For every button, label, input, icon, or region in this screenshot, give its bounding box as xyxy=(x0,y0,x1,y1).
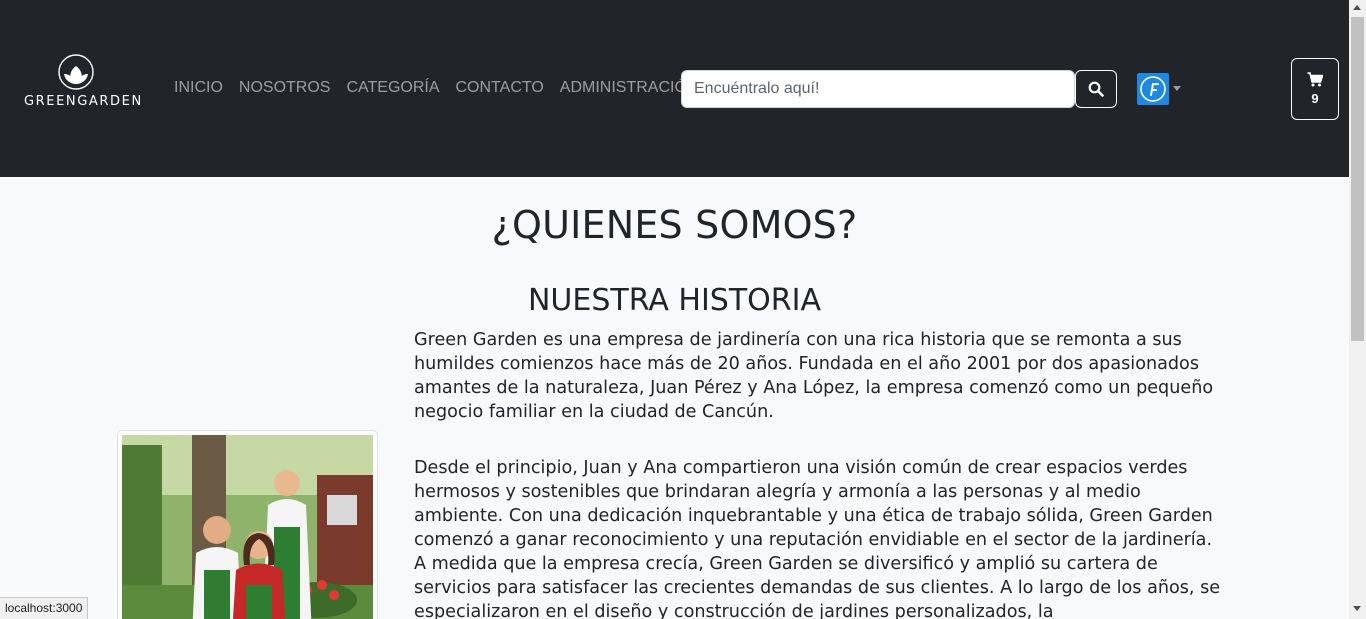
search-input[interactable] xyxy=(681,70,1075,108)
browser-status-bar: localhost:3000 xyxy=(0,597,89,619)
user-avatar-icon xyxy=(1137,73,1169,105)
scrollbar-thumb[interactable] xyxy=(1351,17,1364,341)
chevron-down-icon xyxy=(1173,86,1181,91)
nav-link-categoria[interactable]: CATEGORÍA xyxy=(346,79,439,97)
history-paragraph-2: Desde el principio, Juan y Ana compartie… xyxy=(414,458,1221,619)
page-title: ¿QUIENES SOMOS? xyxy=(491,203,858,247)
leaf-emblem-icon xyxy=(58,54,94,90)
nav-link-contacto[interactable]: CONTACTO xyxy=(456,79,544,97)
nav-link-nosotros[interactable]: NOSOTROS xyxy=(239,79,331,97)
team-photo-thumbnail xyxy=(117,430,378,619)
page-scrollbar[interactable] xyxy=(1349,0,1366,619)
scroll-up-arrow-icon[interactable] xyxy=(1353,5,1361,10)
team-photo-image xyxy=(122,435,373,619)
search-button[interactable] xyxy=(1075,70,1117,108)
scroll-down-arrow-icon[interactable] xyxy=(1353,606,1361,611)
main-nav: INICIO NOSOTROS CATEGORÍA CONTACTO ADMIN… xyxy=(174,79,698,97)
section-title: NUESTRA HISTORIA xyxy=(527,283,821,318)
cart-icon xyxy=(1307,72,1323,87)
cart-count-badge: 9 xyxy=(1311,91,1319,106)
cart-button[interactable]: 9 xyxy=(1291,58,1339,120)
brand-name: GREENGARDEN xyxy=(24,94,143,109)
greengarden-logo[interactable]: GREENGARDEN xyxy=(22,50,141,112)
nav-link-inicio[interactable]: INICIO xyxy=(174,79,223,97)
search-icon xyxy=(1088,81,1104,97)
nav-link-administracion[interactable]: ADMINISTRACIÓN xyxy=(560,79,699,97)
history-paragraph-1: Green Garden es una empresa de jardinerí… xyxy=(414,330,1214,422)
top-navbar: GREENGARDEN INICIO NOSOTROS CATEGORÍA CO… xyxy=(0,0,1349,177)
user-menu-dropdown[interactable] xyxy=(1137,73,1183,105)
